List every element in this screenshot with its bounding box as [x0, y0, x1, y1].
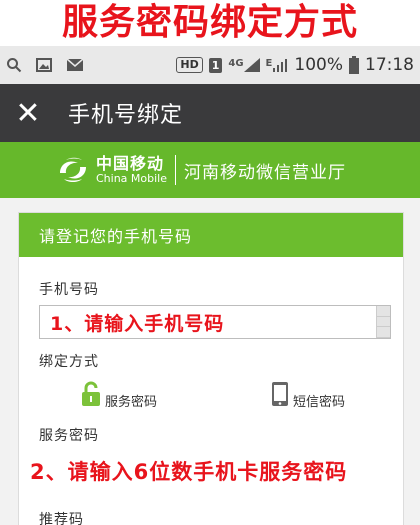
hd-badge: HD — [176, 57, 203, 73]
clock: 17:18 — [365, 55, 414, 75]
phone-input[interactable]: 1、请输入手机号码 — [39, 305, 391, 339]
mail-icon — [66, 58, 84, 72]
bind-method-label: 绑定方式 — [39, 354, 99, 370]
close-button[interactable]: ✕ — [0, 84, 56, 142]
service-password-hint: 2、请输入6位数手机卡服务密码 — [30, 460, 348, 484]
bind-option-sms-password[interactable]: 短信密码 — [271, 377, 345, 410]
form-header: 请登记您的手机号码 — [19, 213, 403, 257]
phone-label: 手机号码 — [39, 282, 99, 298]
phone-input-stepper[interactable] — [376, 306, 390, 339]
brand-bar: 中国移动 China Mobile 河南移动微信营业厅 — [0, 142, 420, 198]
bind-option-service-password[interactable]: 服务密码 — [81, 377, 157, 410]
logo-cn: 中国移动 — [96, 153, 165, 173]
brand-divider — [175, 155, 177, 185]
bind-option-service-password-label: 服务密码 — [105, 395, 158, 410]
sim-badge: 1 — [208, 57, 223, 73]
logo-en: China Mobile — [96, 171, 168, 185]
service-password-label: 服务密码 — [39, 428, 99, 444]
phone-icon — [272, 381, 288, 406]
battery-icon — [349, 56, 359, 74]
lock-icon — [82, 381, 100, 406]
signal-e-icon: E — [266, 58, 289, 72]
banner-title: 服务密码绑定方式 — [61, 2, 358, 43]
battery-percent: 100% — [294, 55, 343, 75]
signal-4g-icon: 4G — [228, 58, 260, 72]
brand-logo-text: 中国移动 China Mobile — [96, 153, 168, 185]
image-icon — [36, 57, 52, 73]
status-bar: HD 1 4G E 100% 17:18 — [0, 46, 420, 84]
bind-option-sms-password-label: 短信密码 — [293, 395, 346, 410]
phone-input-placeholder: 1、请输入手机号码 — [50, 312, 225, 335]
hall-name: 河南移动微信营业厅 — [184, 162, 347, 183]
china-mobile-logo-icon — [60, 157, 86, 182]
nav-bar: ✕ 手机号绑定 — [0, 84, 420, 142]
banner: 服务密码绑定方式 — [0, 0, 420, 46]
page-title: 手机号绑定 — [68, 103, 184, 128]
referrer-code-label: 推荐码 — [39, 512, 84, 525]
search-icon — [6, 57, 22, 73]
